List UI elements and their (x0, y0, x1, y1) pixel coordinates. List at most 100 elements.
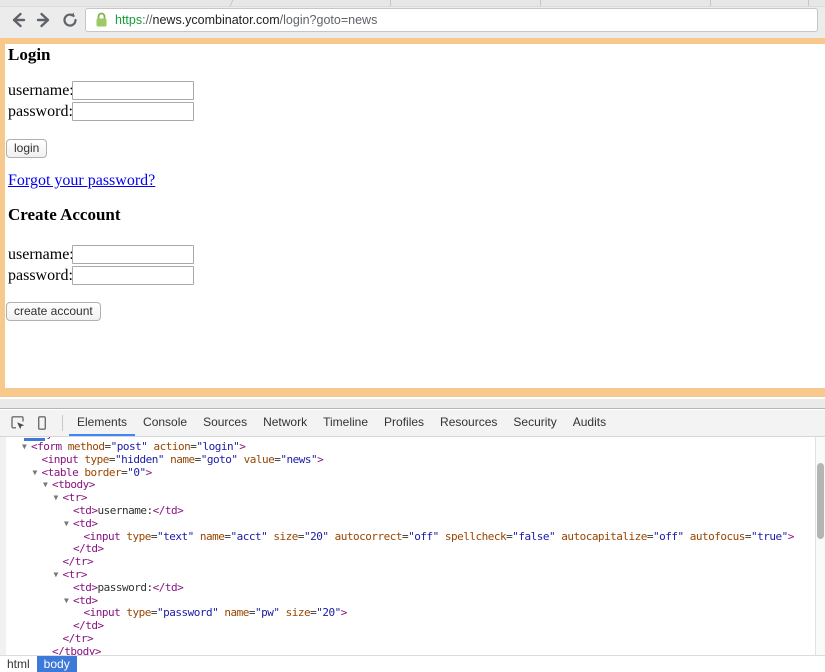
login-button[interactable]: login (6, 139, 47, 158)
ssl-lock-icon[interactable] (95, 12, 108, 28)
body-margin-highlight-bottom (0, 388, 825, 397)
expand-arrow-icon[interactable]: ▼ (33, 467, 42, 480)
selection-highlight (24, 438, 45, 441)
token-att: autofocus (684, 530, 745, 543)
devtools-tab-resources[interactable]: Resources (432, 410, 505, 436)
browser-window: https://news.ycombinator.com/login?goto=… (0, 0, 825, 672)
inspect-element-icon[interactable] (6, 411, 30, 435)
expand-arrow-icon[interactable]: ▼ (22, 441, 31, 454)
toolbar-separator (62, 415, 63, 431)
token-val: "password" (157, 606, 218, 619)
token-att: action (147, 440, 190, 453)
token-val: "post" (111, 440, 148, 453)
token-val: "login" (196, 440, 239, 453)
device-toolbar-icon[interactable] (30, 411, 54, 435)
expand-arrow-icon[interactable]: ▼ (43, 479, 52, 492)
login-username-input[interactable] (72, 81, 194, 100)
token-txt: username: (98, 504, 153, 517)
forward-button[interactable] (32, 8, 56, 32)
token-att: autocorrect (329, 530, 402, 543)
token-val: "true" (751, 530, 788, 543)
login-username-label: username: (8, 82, 72, 100)
dom-tree-line[interactable]: <td>password:</td> (0, 582, 825, 595)
token-att: size (267, 530, 298, 543)
token-tag: </td> (153, 581, 184, 594)
token-att: size (279, 606, 310, 619)
token-tag: <td> (73, 581, 98, 594)
dom-tree-line[interactable]: <input type="text" name="acct" size="20"… (0, 531, 825, 544)
token-att: value (237, 453, 274, 466)
expand-arrow-icon[interactable]: ▼ (64, 595, 73, 608)
address-bar[interactable]: https://news.ycombinator.com/login?goto=… (85, 8, 818, 32)
page-content: Login username: password: login Forgot y… (5, 44, 825, 388)
create-username-label: username: (8, 246, 72, 264)
tab-strip-edge (0, 0, 825, 7)
token-tag: > (788, 530, 794, 543)
dom-tree-line[interactable]: ▼<tbody> (0, 479, 825, 492)
create-password-input[interactable] (72, 266, 194, 285)
reload-button[interactable] (58, 8, 82, 32)
forgot-password-link[interactable]: Forgot your password? (8, 172, 155, 189)
dom-tree-line[interactable]: ▼<table border="0"> (0, 467, 825, 480)
login-username-row: username: (8, 80, 825, 101)
token-val: "20" (316, 606, 341, 619)
token-tag: <input (84, 530, 121, 543)
token-txt: password: (98, 581, 153, 594)
devtools-tabs: ElementsConsoleSourcesNetworkTimelinePro… (69, 410, 614, 436)
dom-tree-line[interactable]: </td> (0, 543, 825, 556)
dom-tree-line[interactable]: </td> (0, 620, 825, 633)
token-tag: </td> (73, 542, 104, 555)
devtools-tab-network[interactable]: Network (255, 410, 315, 436)
token-tag: <td> (73, 517, 98, 530)
url-separator: :// (142, 13, 152, 27)
tab-corner (229, 0, 233, 7)
devtools-panel: ElementsConsoleSourcesNetworkTimelinePro… (0, 410, 825, 672)
dom-tree-line[interactable]: </tr> (0, 556, 825, 569)
forgot-password-row: Forgot your password? (8, 172, 825, 190)
dom-tree-line[interactable]: </tbody> (0, 646, 825, 655)
create-username-input[interactable] (72, 245, 194, 264)
back-button[interactable] (6, 8, 30, 32)
token-tag: </tr> (63, 555, 94, 568)
token-tag: > (341, 606, 347, 619)
token-val: "hidden" (115, 453, 164, 466)
breadcrumb-body[interactable]: body (37, 656, 77, 672)
expand-arrow-icon[interactable]: ▼ (54, 492, 63, 505)
dom-tree-line[interactable]: <td>username:</td> (0, 505, 825, 518)
expand-arrow-icon[interactable]: ▼ (54, 569, 63, 582)
login-password-row: password: (8, 101, 825, 122)
expand-arrow-icon[interactable]: ▼ (64, 518, 73, 531)
scrollbar-thumb[interactable] (817, 463, 824, 539)
url-path: /login?goto=news (280, 13, 378, 27)
devtools-tab-audits[interactable]: Audits (565, 410, 614, 436)
token-tag: <tr> (63, 491, 88, 504)
devtools-tab-timeline[interactable]: Timeline (315, 410, 376, 436)
token-val: "pw" (255, 606, 280, 619)
token-tag: </tr> (63, 632, 94, 645)
dom-tree-lines: ▼<form method="post" action="login"><inp… (0, 441, 825, 655)
devtools-tab-console[interactable]: Console (135, 410, 195, 436)
login-password-input[interactable] (72, 102, 194, 121)
login-password-label: password: (8, 103, 72, 121)
token-tag: <td> (73, 504, 98, 517)
devtools-tab-sources[interactable]: Sources (195, 410, 255, 436)
back-arrow-icon (8, 10, 28, 30)
create-account-button[interactable]: create account (6, 302, 101, 321)
dom-tree-line[interactable]: </tr> (0, 633, 825, 646)
create-username-row: username: (8, 244, 825, 265)
token-tag: <tbody> (52, 478, 95, 491)
devtools-scrollbar[interactable] (815, 437, 825, 655)
devtools-tab-security[interactable]: Security (505, 410, 564, 436)
dom-tree-line[interactable]: <input type="password" name="pw" size="2… (0, 607, 825, 620)
token-tag: </td> (153, 504, 184, 517)
tab-separator (808, 0, 809, 6)
token-val: "goto" (201, 453, 238, 466)
devtools-breadcrumbs: htmlbody (0, 655, 825, 672)
devtools-tab-elements[interactable]: Elements (69, 410, 135, 436)
breadcrumb-html[interactable]: html (0, 656, 37, 672)
tab-separator (710, 0, 711, 6)
token-tag: </tbody> (52, 645, 101, 655)
devtools-tab-profiles[interactable]: Profiles (376, 410, 432, 436)
url-text[interactable]: https://news.ycombinator.com/login?goto=… (115, 13, 377, 27)
create-account-form: username: password: (8, 244, 825, 286)
